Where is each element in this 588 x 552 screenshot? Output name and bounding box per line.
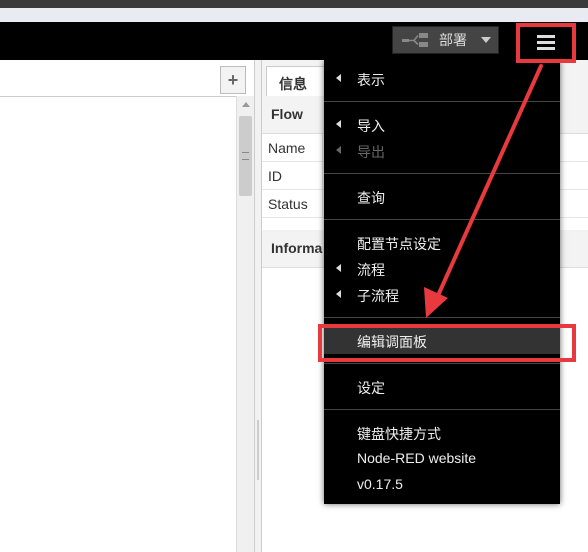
annotation-arrow bbox=[424, 64, 543, 318]
